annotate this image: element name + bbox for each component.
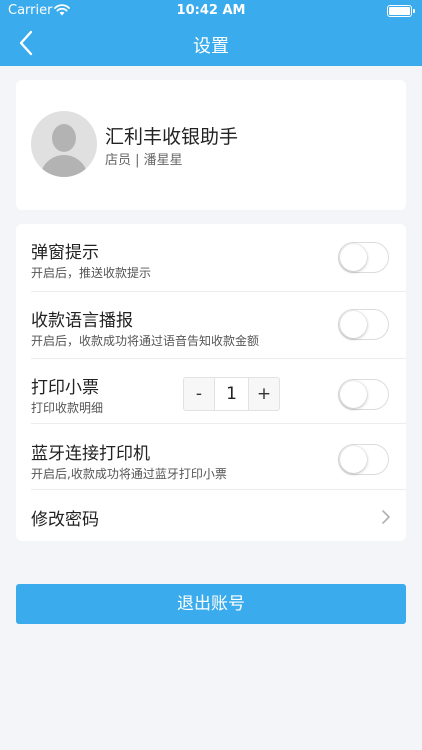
battery-icon xyxy=(387,5,415,17)
setting-row-bluetooth: 蓝牙连接打印机 开启后,收款成功将通过蓝牙打印小票 xyxy=(16,424,406,489)
setting-title: 蓝牙连接打印机 xyxy=(31,444,150,464)
setting-row-voice: 收款语言播报 开启后，收款成功将通过语音告知收款金额 xyxy=(16,292,406,358)
status-time: 10:42 AM xyxy=(176,3,246,18)
user-name: 汇利丰收银助手 xyxy=(105,126,239,148)
print-toggle[interactable] xyxy=(338,379,389,410)
toggle-knob xyxy=(340,446,367,473)
popup-toggle[interactable] xyxy=(338,242,389,273)
toggle-knob xyxy=(340,311,367,338)
top-bar: Carrier 10:42 AM 设置 xyxy=(0,0,422,66)
voice-toggle[interactable] xyxy=(338,309,389,340)
setting-title: 弹窗提示 xyxy=(31,243,99,263)
logout-button[interactable]: 退出账号 xyxy=(16,584,406,624)
bluetooth-toggle[interactable] xyxy=(338,444,389,475)
settings-card: 弹窗提示 开启后，推送收款提示 收款语言播报 开启后，收款成功将通过语音告知收款… xyxy=(16,224,406,541)
toggle-knob xyxy=(340,244,367,271)
setting-subtitle: 打印收款明细 xyxy=(31,401,104,415)
decrease-button[interactable]: - xyxy=(184,378,215,410)
profile-card: 汇利丰收银助手 店员 | 潘星星 xyxy=(16,80,406,210)
setting-title: 打印小票 xyxy=(31,378,99,398)
avatar xyxy=(31,111,97,177)
setting-subtitle: 开启后,收款成功将通过蓝牙打印小票 xyxy=(31,467,227,481)
increase-button[interactable]: + xyxy=(248,378,279,410)
avatar-head-shape xyxy=(52,124,76,152)
print-quantity-stepper: - 1 + xyxy=(183,377,280,411)
user-role: 店员 | 潘星星 xyxy=(105,153,183,168)
avatar-body-shape xyxy=(40,155,88,177)
status-bar: Carrier 10:42 AM xyxy=(0,0,422,22)
setting-title: 收款语言播报 xyxy=(31,311,133,331)
chevron-right-icon xyxy=(382,510,390,524)
setting-row-popup: 弹窗提示 开启后，推送收款提示 xyxy=(16,224,406,291)
change-password-row[interactable]: 修改密码 xyxy=(16,490,406,541)
setting-title: 修改密码 xyxy=(31,510,99,530)
navigation-bar: 设置 xyxy=(0,22,422,66)
toggle-knob xyxy=(340,381,367,408)
quantity-value[interactable]: 1 xyxy=(215,378,248,410)
page-title: 设置 xyxy=(193,36,229,57)
setting-subtitle: 开启后，收款成功将通过语音告知收款金额 xyxy=(31,334,260,348)
setting-subtitle: 开启后，推送收款提示 xyxy=(31,266,152,280)
